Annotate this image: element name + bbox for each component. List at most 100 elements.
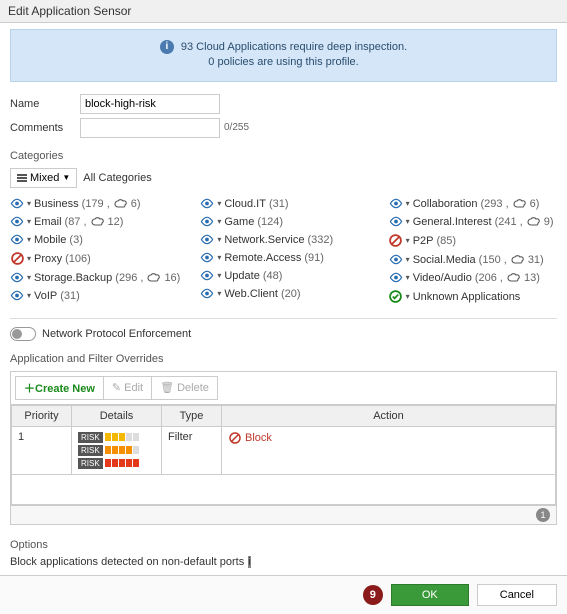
- category-name: P2P: [413, 235, 434, 247]
- page-badge[interactable]: 1: [536, 508, 550, 522]
- caret-down-icon: ▾: [217, 199, 221, 208]
- eye-icon: [389, 272, 403, 284]
- category-item[interactable]: ▾Collaboration (293 , 6): [389, 198, 557, 210]
- delete-button[interactable]: 🗑 Delete: [152, 376, 218, 400]
- caret-down-icon: ▾: [27, 217, 31, 226]
- block-icon: [10, 252, 24, 266]
- comments-input[interactable]: [80, 118, 220, 138]
- col-type[interactable]: Type: [162, 405, 222, 426]
- caret-down-icon: ▾: [406, 217, 410, 226]
- block-icon: [389, 234, 403, 248]
- category-item[interactable]: ▾Unknown Applications: [389, 290, 557, 304]
- cloud-icon: [91, 217, 104, 227]
- info-icon[interactable]: i: [248, 556, 250, 568]
- eye-icon: [389, 254, 403, 266]
- category-item[interactable]: ▾Game (124): [200, 216, 368, 228]
- eye-icon: [200, 288, 214, 300]
- category-name: Email: [34, 216, 62, 228]
- all-categories-label: All Categories: [83, 172, 151, 184]
- caret-down-icon: ▾: [406, 292, 410, 301]
- caret-down-icon: ▾: [217, 235, 221, 244]
- category-name: Video/Audio: [413, 272, 472, 284]
- footer-bar: 9 OK Cancel: [0, 575, 567, 614]
- overrides-title: Application and Filter Overrides: [10, 353, 557, 365]
- category-item[interactable]: ▾P2P (85): [389, 234, 557, 248]
- comments-label: Comments: [10, 122, 80, 134]
- cloud-icon: [513, 199, 526, 209]
- truncated-option: Block applications detected on non-defau…: [10, 555, 557, 569]
- caret-down-icon: ▼: [62, 173, 70, 182]
- category-name: VoIP: [34, 290, 57, 302]
- category-item[interactable]: ▾Network.Service (332): [200, 234, 368, 246]
- category-item[interactable]: ▾Mobile (3): [10, 234, 180, 246]
- category-name: Game: [224, 216, 254, 228]
- options-title: Options: [10, 539, 557, 551]
- category-item[interactable]: ▾Email (87 , 12): [10, 216, 180, 228]
- cancel-button[interactable]: Cancel: [477, 584, 557, 606]
- cloud-icon: [147, 273, 160, 283]
- cloud-icon: [511, 255, 524, 265]
- category-item[interactable]: ▾Video/Audio (206 , 13): [389, 272, 557, 284]
- eye-icon: [10, 234, 24, 246]
- category-name: Mobile: [34, 234, 66, 246]
- category-item[interactable]: ▾Proxy (106): [10, 252, 180, 266]
- category-name: Proxy: [34, 253, 62, 265]
- eye-icon: [200, 234, 214, 246]
- caret-down-icon: ▾: [27, 235, 31, 244]
- col-action[interactable]: Action: [222, 405, 556, 426]
- category-item[interactable]: ▾Remote.Access (91): [200, 252, 368, 264]
- hamburger-icon: [17, 174, 27, 182]
- category-name: Update: [224, 270, 259, 282]
- banner-line2: 0 policies are using this profile.: [208, 56, 358, 68]
- edit-button[interactable]: ✎ Edit: [104, 376, 152, 400]
- caret-down-icon: ▾: [27, 254, 31, 263]
- caret-down-icon: ▾: [406, 255, 410, 264]
- create-new-button[interactable]: ＋Create New: [15, 376, 104, 400]
- category-name: Unknown Applications: [413, 291, 521, 303]
- name-input[interactable]: [80, 94, 220, 114]
- category-item[interactable]: ▾Business (179 , 6): [10, 198, 180, 210]
- dialog-header: Edit Application Sensor: [0, 0, 567, 23]
- eye-icon: [200, 270, 214, 282]
- comments-count: 0/255: [224, 122, 249, 133]
- category-name: Storage.Backup: [34, 272, 112, 284]
- category-name: Web.Client: [224, 288, 278, 300]
- caret-down-icon: ▾: [217, 271, 221, 280]
- category-item[interactable]: ▾VoIP (31): [10, 290, 180, 302]
- category-item[interactable]: ▾Update (48): [200, 270, 368, 282]
- eye-icon: [10, 198, 24, 210]
- category-name: Cloud.IT: [224, 198, 266, 210]
- col-details[interactable]: Details: [72, 405, 162, 426]
- cloud-icon: [507, 273, 520, 283]
- eye-icon: [200, 252, 214, 264]
- step-badge: 9: [363, 585, 383, 605]
- eye-icon: [10, 290, 24, 302]
- col-priority[interactable]: Priority: [12, 405, 72, 426]
- category-name: Remote.Access: [224, 252, 301, 264]
- category-item[interactable]: ▾General.Interest (241 , 9): [389, 216, 557, 228]
- caret-down-icon: ▾: [406, 199, 410, 208]
- category-name: Network.Service: [224, 234, 304, 246]
- category-name: General.Interest: [413, 216, 492, 228]
- category-item[interactable]: ▾Web.Client (20): [200, 288, 368, 300]
- caret-down-icon: ▾: [217, 217, 221, 226]
- categories-title: Categories: [10, 150, 557, 162]
- table-row[interactable]: 1 RISK RISK RISK Filter Block: [12, 426, 556, 474]
- eye-icon: [389, 216, 403, 228]
- category-item[interactable]: ▾Social.Media (150 , 31): [389, 254, 557, 266]
- caret-down-icon: ▾: [217, 289, 221, 298]
- category-item[interactable]: ▾Cloud.IT (31): [200, 198, 368, 210]
- info-banner: i 93 Cloud Applications require deep ins…: [10, 29, 557, 82]
- caret-down-icon: ▾: [217, 253, 221, 262]
- trash-icon: 🗑: [160, 381, 174, 394]
- caret-down-icon: ▾: [27, 199, 31, 208]
- mixed-dropdown[interactable]: Mixed ▼: [10, 168, 77, 188]
- block-icon: [228, 431, 242, 445]
- category-name: Social.Media: [413, 254, 476, 266]
- category-item[interactable]: ▾Storage.Backup (296 , 16): [10, 272, 180, 284]
- category-name: Business: [34, 198, 79, 210]
- overrides-box: ＋Create New ✎ Edit 🗑 Delete Priority Det…: [10, 371, 557, 525]
- eye-icon: [10, 272, 24, 284]
- ok-button[interactable]: OK: [391, 584, 469, 606]
- npe-toggle[interactable]: [10, 327, 36, 341]
